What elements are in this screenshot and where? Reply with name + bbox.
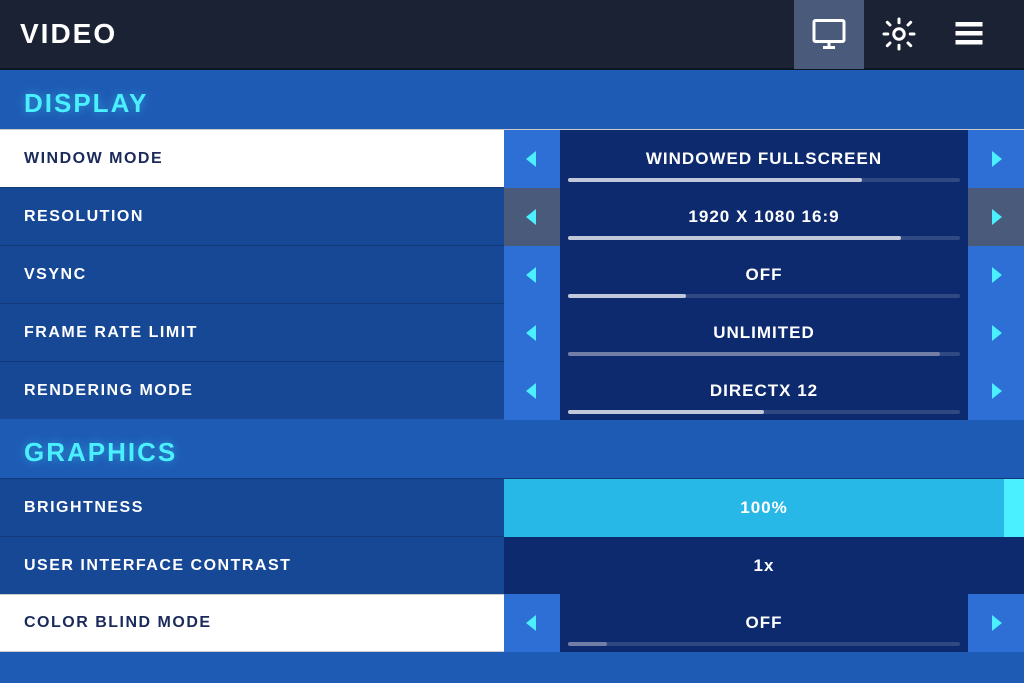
window-mode-bar xyxy=(568,178,960,182)
frame-rate-right-arrow[interactable] xyxy=(968,304,1024,362)
window-mode-bar-fill xyxy=(568,178,862,182)
window-mode-row: WINDOW MODE WINDOWED FULLSCREEN xyxy=(0,129,1024,187)
frame-rate-control: UNLIMITED xyxy=(504,304,1024,362)
resolution-control: 1920 X 1080 16:9 xyxy=(504,188,1024,246)
brightness-row: BRIGHTNESS 100% xyxy=(0,478,1024,536)
header: VIDEO xyxy=(0,0,1024,70)
vsync-control: OFF xyxy=(504,246,1024,304)
ui-contrast-label: USER INTERFACE CONTRAST xyxy=(24,557,504,575)
chevron-right-icon xyxy=(986,265,1006,285)
frame-rate-left-arrow[interactable] xyxy=(504,304,560,362)
rendering-mode-bar-fill xyxy=(568,410,764,414)
resolution-bar-fill xyxy=(568,236,901,240)
window-mode-control: WINDOWED FULLSCREEN xyxy=(504,130,1024,188)
graphics-section-header: GRAPHICS xyxy=(0,419,1024,478)
color-blind-left-arrow[interactable] xyxy=(504,594,560,652)
chevron-left-icon xyxy=(522,323,542,343)
frame-rate-label: FRAME RATE LIMIT xyxy=(24,324,504,342)
chevron-right-icon xyxy=(986,381,1006,401)
window-mode-label: WINDOW MODE xyxy=(24,150,504,168)
resolution-row: RESOLUTION 1920 X 1080 16:9 xyxy=(0,187,1024,245)
chevron-left-icon xyxy=(522,149,542,169)
resolution-value: 1920 X 1080 16:9 xyxy=(688,207,839,227)
resolution-value-box: 1920 X 1080 16:9 xyxy=(560,188,968,246)
window-mode-left-arrow[interactable] xyxy=(504,130,560,188)
vsync-label: VSYNC xyxy=(24,266,504,284)
resolution-label: RESOLUTION xyxy=(24,208,504,226)
frame-rate-value: UNLIMITED xyxy=(713,323,815,343)
chevron-right-icon xyxy=(986,613,1006,633)
color-blind-right-arrow[interactable] xyxy=(968,594,1024,652)
rendering-mode-bar xyxy=(568,410,960,414)
chevron-left-icon xyxy=(522,265,542,285)
list-tab[interactable] xyxy=(934,0,1004,69)
gear-icon xyxy=(881,16,917,52)
monitor-icon xyxy=(811,16,847,52)
brightness-label: BRIGHTNESS xyxy=(24,499,504,517)
color-blind-value-box: OFF xyxy=(560,594,968,652)
ui-contrast-control[interactable]: 1x xyxy=(504,537,1024,595)
gear-tab[interactable] xyxy=(864,0,934,69)
vsync-right-arrow[interactable] xyxy=(968,246,1024,304)
vsync-row: VSYNC OFF xyxy=(0,245,1024,303)
rendering-mode-left-arrow[interactable] xyxy=(504,362,560,420)
frame-rate-bar-fill xyxy=(568,352,940,356)
rendering-mode-label: RENDERING MODE xyxy=(24,382,504,400)
window-mode-right-arrow[interactable] xyxy=(968,130,1024,188)
resolution-left-arrow[interactable] xyxy=(504,188,560,246)
resolution-bar xyxy=(568,236,960,240)
window-mode-value: WINDOWED FULLSCREEN xyxy=(646,149,882,169)
graphics-section-title: GRAPHICS xyxy=(24,437,177,467)
display-section-title: DISPLAY xyxy=(24,88,148,118)
color-blind-label: COLOR BLIND MODE xyxy=(24,614,504,632)
color-blind-bar xyxy=(568,642,960,646)
vsync-bar xyxy=(568,294,960,298)
color-blind-row: COLOR BLIND MODE OFF xyxy=(0,594,1024,652)
brightness-control[interactable]: 100% xyxy=(504,479,1024,537)
brightness-value: 100% xyxy=(740,498,787,518)
vsync-bar-fill xyxy=(568,294,686,298)
color-blind-value: OFF xyxy=(746,613,783,633)
display-section-header: DISPLAY xyxy=(0,70,1024,129)
rendering-mode-value-box: DIRECTX 12 xyxy=(560,362,968,420)
window-mode-value-box: WINDOWED FULLSCREEN xyxy=(560,130,968,188)
color-blind-bar-fill xyxy=(568,642,607,646)
header-icon-group xyxy=(794,0,1004,69)
vsync-left-arrow[interactable] xyxy=(504,246,560,304)
chevron-right-icon xyxy=(986,207,1006,227)
monitor-tab[interactable] xyxy=(794,0,864,69)
vsync-value-box: OFF xyxy=(560,246,968,304)
ui-contrast-value: 1x xyxy=(754,556,775,576)
chevron-right-icon xyxy=(986,323,1006,343)
frame-rate-row: FRAME RATE LIMIT UNLIMITED xyxy=(0,303,1024,361)
rendering-mode-value: DIRECTX 12 xyxy=(710,381,818,401)
page-title: VIDEO xyxy=(20,18,117,50)
resolution-right-arrow[interactable] xyxy=(968,188,1024,246)
chevron-left-icon xyxy=(522,207,542,227)
content-area: DISPLAY WINDOW MODE WINDOWED FULLSCREEN … xyxy=(0,70,1024,683)
color-blind-control: OFF xyxy=(504,594,1024,652)
list-icon xyxy=(951,16,987,52)
chevron-right-icon xyxy=(986,149,1006,169)
rendering-mode-row: RENDERING MODE DIRECTX 12 xyxy=(0,361,1024,419)
frame-rate-bar xyxy=(568,352,960,356)
chevron-left-icon xyxy=(522,381,542,401)
rendering-mode-control: DIRECTX 12 xyxy=(504,362,1024,420)
chevron-left-icon xyxy=(522,613,542,633)
ui-contrast-row: USER INTERFACE CONTRAST 1x xyxy=(0,536,1024,594)
vsync-value: OFF xyxy=(746,265,783,285)
frame-rate-value-box: UNLIMITED xyxy=(560,304,968,362)
rendering-mode-right-arrow[interactable] xyxy=(968,362,1024,420)
